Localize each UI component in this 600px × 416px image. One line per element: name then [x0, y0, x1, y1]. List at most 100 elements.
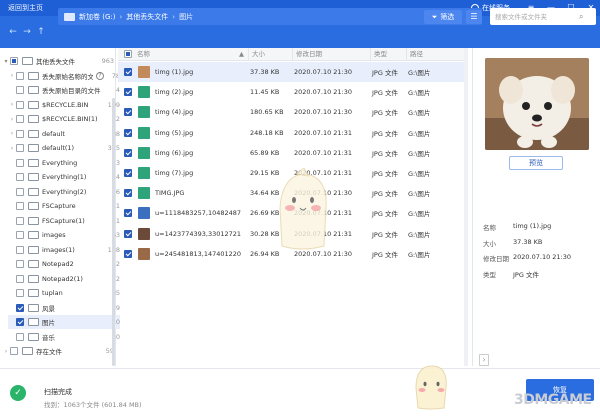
tree-item-checkbox[interactable] — [16, 158, 24, 167]
row-checkbox[interactable] — [124, 249, 132, 258]
meta-value: timg (1).jpg — [513, 222, 552, 230]
row-checkbox[interactable] — [124, 169, 132, 177]
tree-item[interactable]: Notepad2 2 — [8, 257, 120, 271]
folder-icon — [28, 274, 39, 283]
tree-item[interactable]: Notepad2(1) 2 — [8, 272, 120, 286]
back-to-home-link[interactable]: 返回到主页 — [0, 3, 43, 13]
column-name-label: 名称 — [137, 50, 150, 58]
tree-item-checkbox[interactable] — [16, 202, 24, 210]
tree-item-checkbox[interactable] — [16, 245, 24, 254]
expand-arrow-icon[interactable]: › — [8, 72, 16, 79]
tree-item-checkbox[interactable] — [16, 100, 24, 109]
tree-item[interactable]: 图片 10 — [8, 315, 120, 329]
column-header-type[interactable]: 类型 — [370, 48, 406, 61]
tree-item-checkbox[interactable] — [16, 274, 24, 283]
breadcrumb-item-drive[interactable]: 新加卷 (G:) — [79, 12, 115, 22]
tree-item[interactable]: › 存在文件 59 — [2, 344, 114, 358]
scan-status-title: 扫描完成 — [44, 388, 72, 396]
expand-arrow-icon[interactable]: ▾ — [2, 58, 10, 65]
table-row[interactable]: timg (4).jpg 180.65 KB 2020.07.10 21:30 JPG… — [118, 102, 466, 122]
breadcrumb-item-pictures[interactable]: 图片 — [179, 12, 193, 22]
row-checkbox[interactable] — [124, 189, 132, 198]
column-header-path[interactable]: 路径 — [406, 48, 466, 61]
search-input[interactable] — [495, 12, 579, 21]
image-file-icon — [138, 106, 150, 119]
table-row[interactable]: timg (1).jpg 37.38 KB 2020.07.10 21:30 JPG … — [118, 62, 466, 82]
tree-item[interactable]: tuplan 85 — [8, 286, 120, 300]
tree-item[interactable]: FSCapture(1) 11 — [8, 214, 120, 228]
breadcrumb-separator-icon: › — [172, 12, 176, 21]
filter-label: 筛选 — [440, 13, 455, 21]
tree-item-checkbox[interactable] — [16, 318, 24, 326]
expand-arrow-icon[interactable]: › — [8, 145, 16, 152]
preview-button[interactable]: 预览 — [509, 156, 563, 170]
tree-item[interactable]: ›丢失原始名称的文件?78 — [8, 69, 120, 83]
row-checkbox[interactable] — [124, 88, 132, 97]
select-all-checkbox[interactable] — [124, 50, 132, 58]
row-checkbox[interactable] — [124, 108, 132, 117]
help-icon[interactable]: ? — [96, 71, 104, 80]
filter-button[interactable]: ⏷ 筛选 — [424, 10, 462, 24]
tree-item[interactable]: Everything(2) 6 — [8, 185, 120, 199]
row-checkbox[interactable] — [124, 209, 132, 218]
file-name: u=245481813,1474012205... — [155, 249, 241, 258]
expand-arrow-icon[interactable]: › — [8, 130, 16, 137]
table-row[interactable]: timg (2).jpg 11.45 KB 2020.07.10 21:30 JPG … — [118, 82, 466, 102]
tree-item-checkbox[interactable] — [16, 86, 24, 94]
tree-item-checkbox[interactable] — [16, 129, 24, 138]
row-checkbox[interactable] — [124, 128, 132, 137]
tree-item-checkbox[interactable] — [10, 347, 18, 355]
tree-item[interactable]: › default 88 — [8, 127, 120, 141]
tree-item[interactable]: images 63 — [8, 228, 120, 242]
view-list-button[interactable]: ☰ — [466, 10, 482, 24]
tree-item[interactable]: Everything 3 — [8, 156, 120, 170]
tree-item[interactable]: › $RECYCLE.BIN(1) 12 — [8, 112, 120, 126]
folder-icon — [28, 216, 39, 225]
table-row[interactable]: timg (6).jpg 65.89 KB 2020.07.10 21:31 JPG … — [118, 143, 466, 163]
table-scrollbar[interactable] — [464, 48, 468, 366]
tree-item[interactable]: 风景 9 — [8, 301, 120, 315]
row-checkbox[interactable] — [124, 229, 132, 238]
tree-item-checkbox[interactable] — [16, 231, 24, 239]
breadcrumb-item-lost-files[interactable]: 其他丢失文件 — [126, 12, 168, 22]
expand-arrow-icon[interactable]: › — [8, 101, 16, 108]
tree-item-checkbox[interactable] — [16, 173, 24, 181]
tree-item-checkbox[interactable] — [16, 115, 24, 123]
collapse-panel-button[interactable]: › — [479, 354, 489, 366]
meta-row: 大小 37.38 KB — [483, 238, 595, 248]
tree-item-label: FSCapture — [42, 202, 76, 210]
expand-arrow-icon[interactable]: › — [8, 116, 16, 123]
tree-item-checkbox[interactable] — [16, 260, 24, 268]
up-arrow-icon[interactable]: ↑ — [34, 27, 48, 37]
file-size: 11.45 KB — [250, 88, 280, 97]
tree-item[interactable]: ›$RECYCLE.BIN109 — [8, 98, 120, 112]
column-header-size[interactable]: 大小 — [248, 48, 292, 61]
expand-arrow-icon[interactable]: › — [2, 348, 10, 355]
tree-item-checkbox[interactable] — [16, 187, 24, 196]
tree-item[interactable]: 音乐 10 — [8, 330, 120, 344]
back-arrow-icon[interactable]: ← — [6, 27, 20, 37]
tree-item[interactable]: FSCapture 11 — [8, 199, 120, 213]
file-path: G:\图片 — [408, 149, 431, 158]
tree-item[interactable]: ›default(1)315 — [8, 141, 120, 155]
tree-item[interactable]: 丢失原始目录的文件 4 — [8, 83, 120, 97]
tree-item[interactable]: ▾ 其他丢失文件 963 — [2, 54, 114, 68]
tree-item-checkbox[interactable] — [10, 57, 18, 65]
column-header-date[interactable]: 修改日期 — [292, 48, 370, 61]
table-row[interactable]: timg (5).jpg 248.18 KB 2020.07.10 21:31 JPG… — [118, 123, 466, 143]
tree-item-checkbox[interactable] — [16, 144, 24, 152]
tree-item-checkbox[interactable] — [16, 216, 24, 225]
image-file-icon — [138, 66, 150, 78]
tree-item-checkbox[interactable] — [16, 332, 24, 341]
row-checkbox[interactable] — [124, 148, 132, 157]
tree-item-checkbox[interactable] — [16, 71, 24, 80]
tree-item[interactable]: Everything(1) 4 — [8, 170, 120, 184]
tree-item-checkbox[interactable] — [16, 303, 24, 312]
forward-arrow-icon[interactable]: → — [20, 27, 34, 37]
row-checkbox[interactable] — [124, 68, 132, 76]
tree-item-checkbox[interactable] — [16, 289, 24, 297]
tree-item[interactable]: images(1)128 — [8, 243, 120, 257]
tree-scrollbar[interactable] — [112, 98, 115, 366]
column-header-name[interactable]: 名称 ▲ — [134, 48, 248, 61]
search-icon[interactable]: ⌕ — [579, 12, 591, 22]
